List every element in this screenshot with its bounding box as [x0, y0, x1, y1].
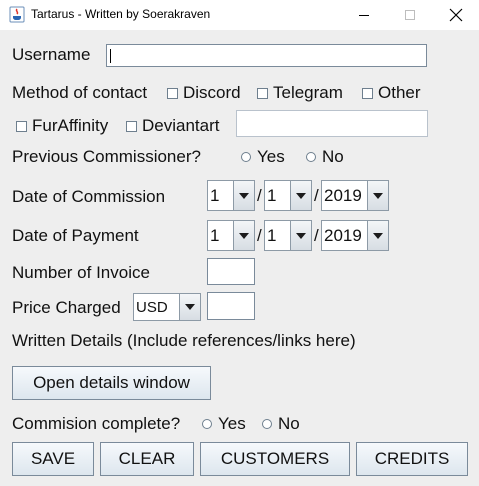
other-checkbox[interactable]: Other: [362, 83, 421, 103]
commission-month-value: 1: [265, 181, 290, 210]
previous-no-label: No: [322, 147, 344, 166]
chevron-down-icon[interactable]: [367, 181, 388, 210]
chevron-down-icon[interactable]: [233, 181, 254, 210]
furaffinity-checkbox[interactable]: FurAffinity: [16, 116, 108, 136]
other-checkbox-label: Other: [378, 83, 421, 102]
complete-no-label: No: [278, 414, 300, 433]
payment-month-dropdown[interactable]: 1: [264, 220, 312, 251]
checkbox-box[interactable]: [126, 120, 137, 132]
telegram-checkbox[interactable]: Telegram: [257, 83, 343, 103]
text-caret: [110, 49, 111, 63]
written-details-label: Written Details (Include references/link…: [12, 331, 356, 350]
payment-year-value: 2019: [322, 221, 367, 250]
payment-year-dropdown[interactable]: 2019: [321, 220, 389, 251]
minimize-button[interactable]: [341, 0, 387, 30]
currency-dropdown[interactable]: USD: [133, 293, 201, 321]
previous-no-radio[interactable]: No: [306, 147, 344, 167]
window-title: Tartarus - Written by Soerakraven: [31, 7, 211, 21]
maximize-button[interactable]: [387, 0, 433, 30]
date-separator: /: [257, 226, 262, 245]
complete-yes-label: Yes: [218, 414, 246, 433]
checkbox-box[interactable]: [167, 87, 178, 99]
other-contact-input[interactable]: [236, 110, 428, 137]
date-separator: /: [257, 186, 262, 205]
complete-yes-radio[interactable]: Yes: [202, 414, 246, 434]
commission-year-value: 2019: [322, 181, 367, 210]
previous-yes-radio[interactable]: Yes: [241, 147, 285, 167]
radio-circle[interactable]: [202, 419, 212, 429]
payment-month-value: 1: [265, 221, 290, 250]
customers-button[interactable]: CUSTOMERS: [200, 442, 350, 476]
telegram-checkbox-label: Telegram: [273, 83, 343, 102]
commission-date-label: Date of Commission: [12, 187, 166, 206]
radio-circle[interactable]: [306, 152, 316, 162]
payment-day-dropdown[interactable]: 1: [207, 220, 255, 251]
previous-yes-label: Yes: [257, 147, 285, 166]
invoice-number-input[interactable]: [207, 258, 255, 285]
commission-complete-label: Commision complete?: [12, 414, 181, 433]
furaffinity-checkbox-label: FurAffinity: [32, 116, 109, 135]
complete-no-radio[interactable]: No: [262, 414, 300, 434]
payment-day-value: 1: [208, 221, 233, 250]
chevron-down-icon[interactable]: [367, 221, 388, 250]
deviantart-checkbox-label: Deviantart: [142, 116, 220, 135]
credits-button[interactable]: CREDITS: [356, 442, 468, 476]
commission-day-value: 1: [208, 181, 233, 210]
checkbox-box[interactable]: [362, 87, 373, 99]
close-button[interactable]: [433, 0, 479, 30]
payment-date-label: Date of Payment: [12, 226, 139, 245]
save-button[interactable]: SAVE: [12, 442, 94, 476]
discord-checkbox[interactable]: Discord: [167, 83, 241, 103]
commission-month-dropdown[interactable]: 1: [264, 180, 312, 211]
deviantart-checkbox[interactable]: Deviantart: [126, 116, 219, 136]
invoice-number-label: Number of Invoice: [12, 263, 150, 282]
previous-commissioner-label: Previous Commissioner?: [12, 147, 201, 166]
clear-button[interactable]: CLEAR: [100, 442, 194, 476]
contact-method-label: Method of contact: [12, 83, 148, 102]
checkbox-box[interactable]: [257, 87, 268, 99]
discord-checkbox-label: Discord: [183, 83, 241, 102]
open-details-button[interactable]: Open details window: [12, 366, 211, 400]
commission-year-dropdown[interactable]: 2019: [321, 180, 389, 211]
radio-circle[interactable]: [262, 419, 272, 429]
chevron-down-icon[interactable]: [290, 181, 311, 210]
commission-day-dropdown[interactable]: 1: [207, 180, 255, 211]
chevron-down-icon[interactable]: [179, 294, 200, 320]
username-label: Username: [12, 45, 91, 64]
currency-value: USD: [134, 294, 179, 320]
checkbox-box[interactable]: [16, 120, 27, 132]
java-app-icon: [9, 6, 25, 23]
chevron-down-icon[interactable]: [290, 221, 311, 250]
price-input[interactable]: [207, 292, 255, 320]
username-input[interactable]: [106, 44, 427, 67]
chevron-down-icon[interactable]: [233, 221, 254, 250]
date-separator: /: [314, 226, 319, 245]
date-separator: /: [314, 186, 319, 205]
radio-circle[interactable]: [241, 152, 251, 162]
price-charged-label: Price Charged: [12, 298, 121, 317]
